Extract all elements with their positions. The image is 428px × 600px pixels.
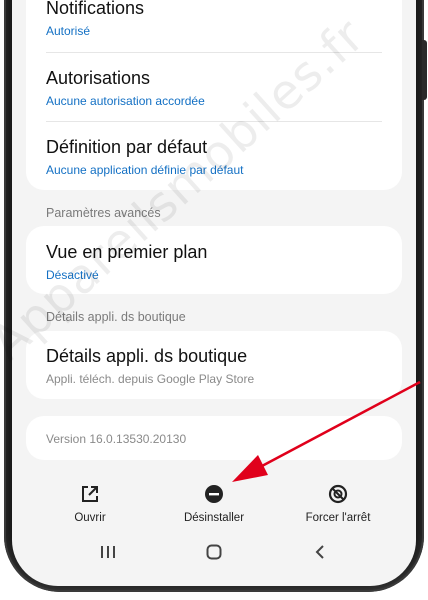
- uninstall-icon: [205, 485, 223, 503]
- advanced-section-label: Paramètres avancés: [46, 206, 161, 220]
- force-stop-button[interactable]: Forcer l'arrêt: [278, 484, 398, 524]
- foreground-row[interactable]: Vue en premier plan Désactivé: [46, 242, 382, 282]
- notifications-row[interactable]: Notifications Autorisé: [46, 0, 382, 38]
- open-button[interactable]: Ouvrir: [30, 484, 150, 524]
- settings-card: Notifications Autorisé Autorisations Auc…: [26, 0, 402, 190]
- open-external-icon: [82, 486, 98, 502]
- home-icon: [206, 544, 222, 560]
- uninstall-label: Désinstaller: [183, 512, 245, 524]
- store-details-value: Appli. téléch. depuis Google Play Store: [46, 372, 255, 386]
- version-text: Version 16.0.13530.20130: [46, 432, 187, 446]
- navigation-bar: [12, 532, 416, 572]
- back-button[interactable]: [300, 532, 340, 572]
- store-section-label: Détails appli. ds boutique: [46, 310, 186, 324]
- store-details-title: Détails appli. ds boutique: [46, 346, 248, 366]
- recents-icon: [101, 546, 115, 558]
- advanced-card: Vue en premier plan Désactivé: [26, 226, 402, 294]
- store-details-row[interactable]: Détails appli. ds boutique Appli. téléch…: [46, 346, 382, 386]
- permissions-row[interactable]: Autorisations Aucune autorisation accord…: [46, 68, 382, 108]
- force-stop-label: Forcer l'arrêt: [305, 512, 371, 524]
- divider: [46, 52, 382, 53]
- permissions-title: Autorisations: [46, 68, 151, 88]
- force-stop-icon: [328, 484, 348, 504]
- foreground-title: Vue en premier plan: [46, 242, 208, 262]
- notifications-value: Autorisé: [46, 24, 91, 38]
- foreground-value: Désactivé: [46, 268, 99, 282]
- store-card: Détails appli. ds boutique Appli. téléch…: [26, 331, 402, 399]
- back-icon: [315, 545, 324, 559]
- recents-button[interactable]: [88, 532, 128, 572]
- divider: [46, 121, 382, 122]
- uninstall-button[interactable]: Désinstaller: [154, 484, 274, 524]
- home-button[interactable]: [194, 532, 234, 572]
- open-label: Ouvrir: [74, 512, 106, 524]
- notifications-title: Notifications: [46, 0, 145, 18]
- default-value: Aucune application définie par défaut: [46, 163, 244, 177]
- phone-side-button: [422, 40, 427, 100]
- default-row[interactable]: Définition par défaut Aucune application…: [46, 137, 382, 177]
- permissions-value: Aucune autorisation accordée: [46, 94, 205, 108]
- default-title: Définition par défaut: [46, 137, 208, 157]
- screen: Notifications Autorisé Autorisations Auc…: [12, 0, 416, 586]
